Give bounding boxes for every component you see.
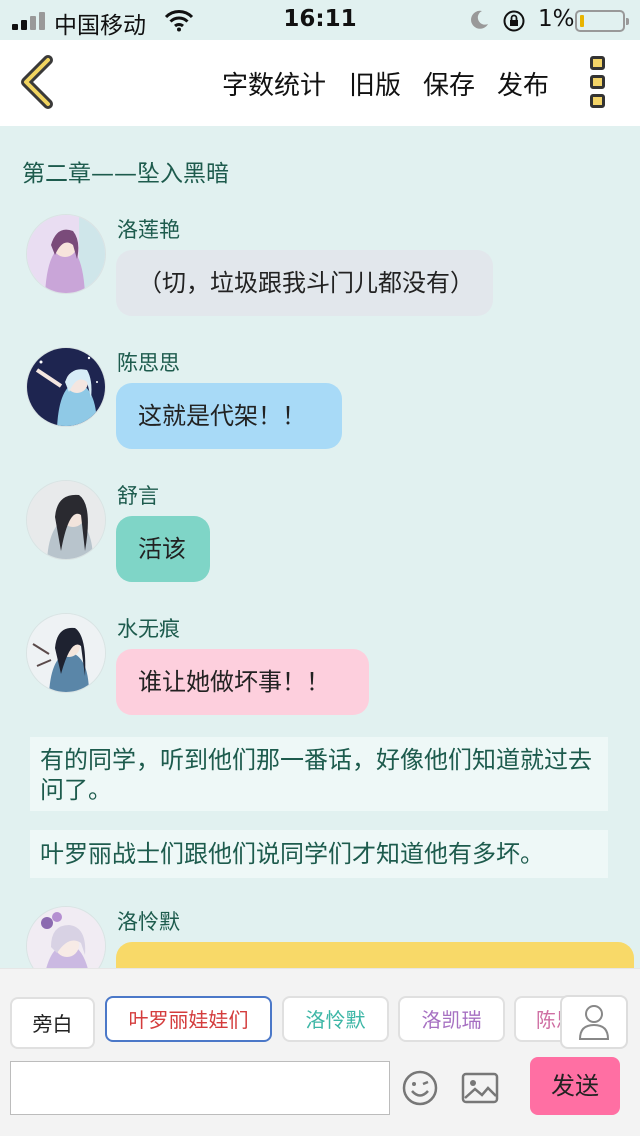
message-bubble: （切，垃圾跟我斗门儿都没有） — [116, 250, 493, 316]
chapter-title: 第二章——坠入黑暗 — [22, 161, 229, 187]
message-input[interactable] — [10, 1061, 390, 1115]
battery-percent: 1% — [538, 6, 575, 32]
username: 洛怜默 — [117, 910, 180, 934]
do-not-disturb-icon — [471, 10, 488, 29]
composer-bar: 旁白 叶罗丽娃娃们 洛怜默 洛凯瑞 陈思 发送 — [0, 968, 640, 1136]
character-chip[interactable]: 洛凯瑞 — [398, 996, 505, 1042]
username: 水无痕 — [117, 617, 180, 641]
avatar[interactable] — [26, 347, 106, 427]
character-chip-selected[interactable]: 叶罗丽娃娃们 — [105, 996, 272, 1042]
message-bubble: 这就是代架！！ — [116, 383, 342, 449]
top-toolbar: 字数统计 旧版 保存 发布 — [0, 40, 640, 126]
word-count-button[interactable]: 字数统计 — [222, 65, 326, 102]
username: 舒言 — [117, 484, 159, 508]
avatar[interactable] — [26, 613, 106, 693]
person-icon — [578, 1005, 610, 1040]
narration-text: 有的同学，听到他们那一番话，好像他们知道就过去问了。 — [30, 737, 608, 811]
message-bubble: 活该 — [116, 516, 210, 582]
message-bubble: 谁让她做坏事！！ — [116, 649, 369, 715]
status-bar: 中国移动 16:11 1% — [0, 0, 640, 40]
save-button[interactable]: 保存 — [423, 65, 475, 102]
image-icon[interactable] — [461, 1072, 499, 1104]
more-menu-icon[interactable] — [588, 56, 612, 112]
orientation-lock-icon — [503, 10, 525, 32]
emoji-icon[interactable] — [401, 1069, 439, 1107]
old-version-button[interactable]: 旧版 — [349, 65, 401, 102]
narrator-button[interactable]: 旁白 — [10, 997, 95, 1049]
narration-text: 叶罗丽战士们跟他们说同学们才知道他有多坏。 — [30, 830, 608, 878]
username: 洛莲艳 — [117, 218, 180, 242]
add-character-button[interactable] — [560, 995, 628, 1049]
publish-button[interactable]: 发布 — [497, 65, 549, 102]
character-chip[interactable]: 洛怜默 — [282, 996, 389, 1042]
back-arrow-icon[interactable] — [14, 54, 62, 110]
battery-icon — [575, 10, 629, 32]
username: 陈思思 — [117, 351, 180, 375]
avatar[interactable] — [26, 480, 106, 560]
avatar[interactable] — [26, 214, 106, 294]
send-button[interactable]: 发送 — [530, 1057, 620, 1115]
